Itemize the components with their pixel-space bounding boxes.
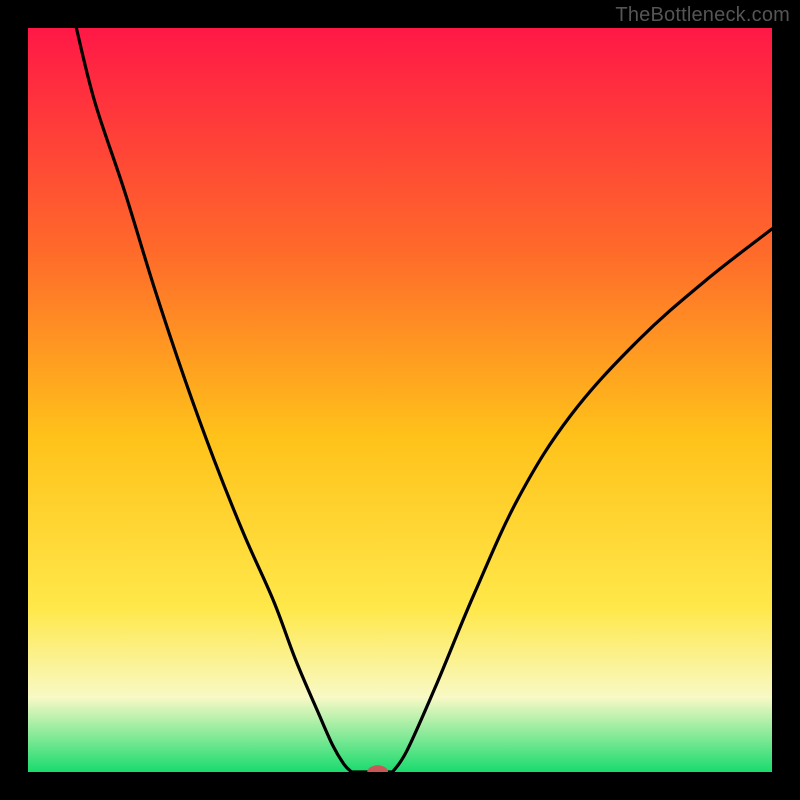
watermark-text: TheBottleneck.com: [615, 4, 790, 27]
gradient-background: [28, 28, 772, 772]
plot-area: [28, 28, 772, 772]
chart-frame: TheBottleneck.com: [0, 0, 800, 800]
plot-svg: [28, 28, 772, 772]
